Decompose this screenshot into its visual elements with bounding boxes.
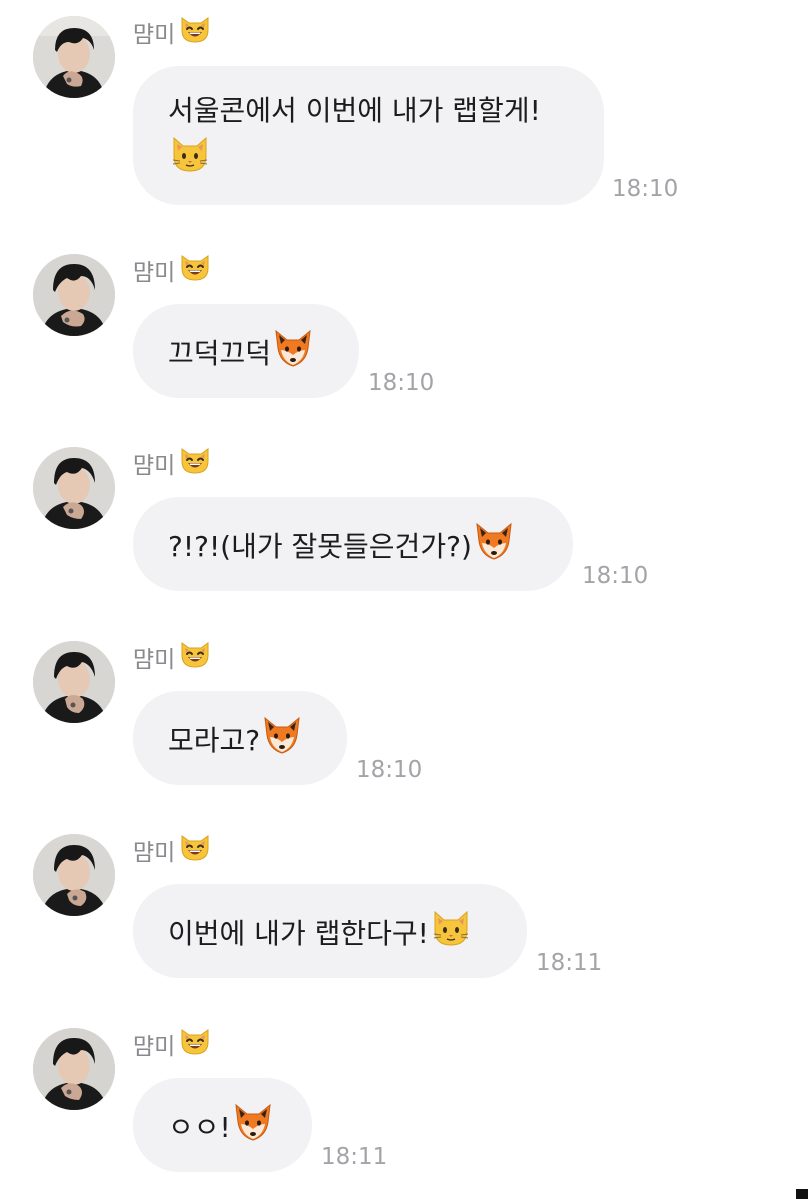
sender-name: 먐미 (133, 834, 211, 866)
message-bubble[interactable]: 이번에 내가 랩한다구! (133, 884, 527, 978)
message-time: 18:10 (368, 370, 435, 396)
avatar[interactable] (33, 641, 115, 723)
message-bubble[interactable]: 끄덕끄덕 (133, 304, 359, 398)
message-emoji-line (168, 134, 569, 188)
fox-face-icon (273, 328, 313, 382)
sender-name: 먐미 (133, 641, 211, 673)
sender-label: 먐미 (133, 647, 176, 673)
avatar[interactable] (33, 834, 115, 916)
cat-face-icon (170, 134, 210, 188)
fox-face-icon (233, 1102, 273, 1156)
grinning-cat-icon (179, 445, 211, 481)
message-time: 18:10 (612, 176, 679, 202)
message-row: 먐미 ㅇㅇ! 18:11 (0, 1028, 808, 1199)
sender-name: 먐미 (133, 16, 211, 48)
grinning-cat-icon (179, 1026, 211, 1062)
cat-face-icon (431, 908, 471, 962)
message-row: 먐미 이번에 내가 랩한다구! 18:11 (0, 834, 808, 1014)
fox-face-icon (262, 715, 302, 769)
message-row: 먐미 서울콘에서 이번에 내가 랩할게! 18:10 (0, 16, 808, 205)
message-row: 먐미 ?!?!(내가 잘못들은건가?) 18:10 (0, 447, 808, 627)
message-row: 먐미 모라고? 18:10 (0, 641, 808, 821)
grinning-cat-icon (179, 252, 211, 288)
message-text: 끄덕끄덕 (168, 337, 272, 370)
message-text: 모라고? (168, 724, 261, 757)
avatar[interactable] (33, 447, 115, 529)
grinning-cat-icon (179, 832, 211, 868)
message-row: 먐미 끄덕끄덕 18:10 (0, 254, 808, 434)
sender-name: 먐미 (133, 254, 211, 286)
message-text: 서울콘에서 이번에 내가 랩할게! (168, 94, 541, 127)
message-bubble[interactable]: ?!?!(내가 잘못들은건가?) (133, 497, 573, 591)
sender-name: 먐미 (133, 1028, 211, 1060)
sender-label: 먐미 (133, 1034, 176, 1060)
chat-thread: 먐미 서울콘에서 이번에 내가 랩할게! 18:10 먐미 끄덕끄덕 18:10… (0, 0, 808, 1199)
grinning-cat-icon (179, 639, 211, 675)
sender-label: 먐미 (133, 840, 176, 866)
corner-mark (796, 1189, 808, 1199)
sender-label: 먐미 (133, 260, 176, 286)
sender-label: 먐미 (133, 22, 176, 48)
sender-name: 먐미 (133, 447, 211, 479)
message-time: 18:11 (536, 950, 603, 976)
message-bubble[interactable]: ㅇㅇ! (133, 1078, 312, 1172)
message-text: ㅇㅇ! (168, 1111, 231, 1144)
message-time: 18:10 (356, 757, 423, 783)
message-time: 18:11 (321, 1144, 388, 1170)
fox-face-icon (474, 521, 514, 575)
avatar[interactable] (33, 1028, 115, 1110)
sender-label: 먐미 (133, 453, 176, 479)
message-time: 18:10 (582, 563, 649, 589)
avatar[interactable] (33, 254, 115, 336)
avatar[interactable] (33, 16, 115, 98)
message-text: 이번에 내가 랩한다구! (168, 917, 429, 950)
message-text: ?!?!(내가 잘못들은건가?) (168, 530, 472, 563)
message-bubble[interactable]: 서울콘에서 이번에 내가 랩할게! (133, 66, 604, 205)
grinning-cat-icon (179, 14, 211, 50)
message-bubble[interactable]: 모라고? (133, 691, 347, 785)
